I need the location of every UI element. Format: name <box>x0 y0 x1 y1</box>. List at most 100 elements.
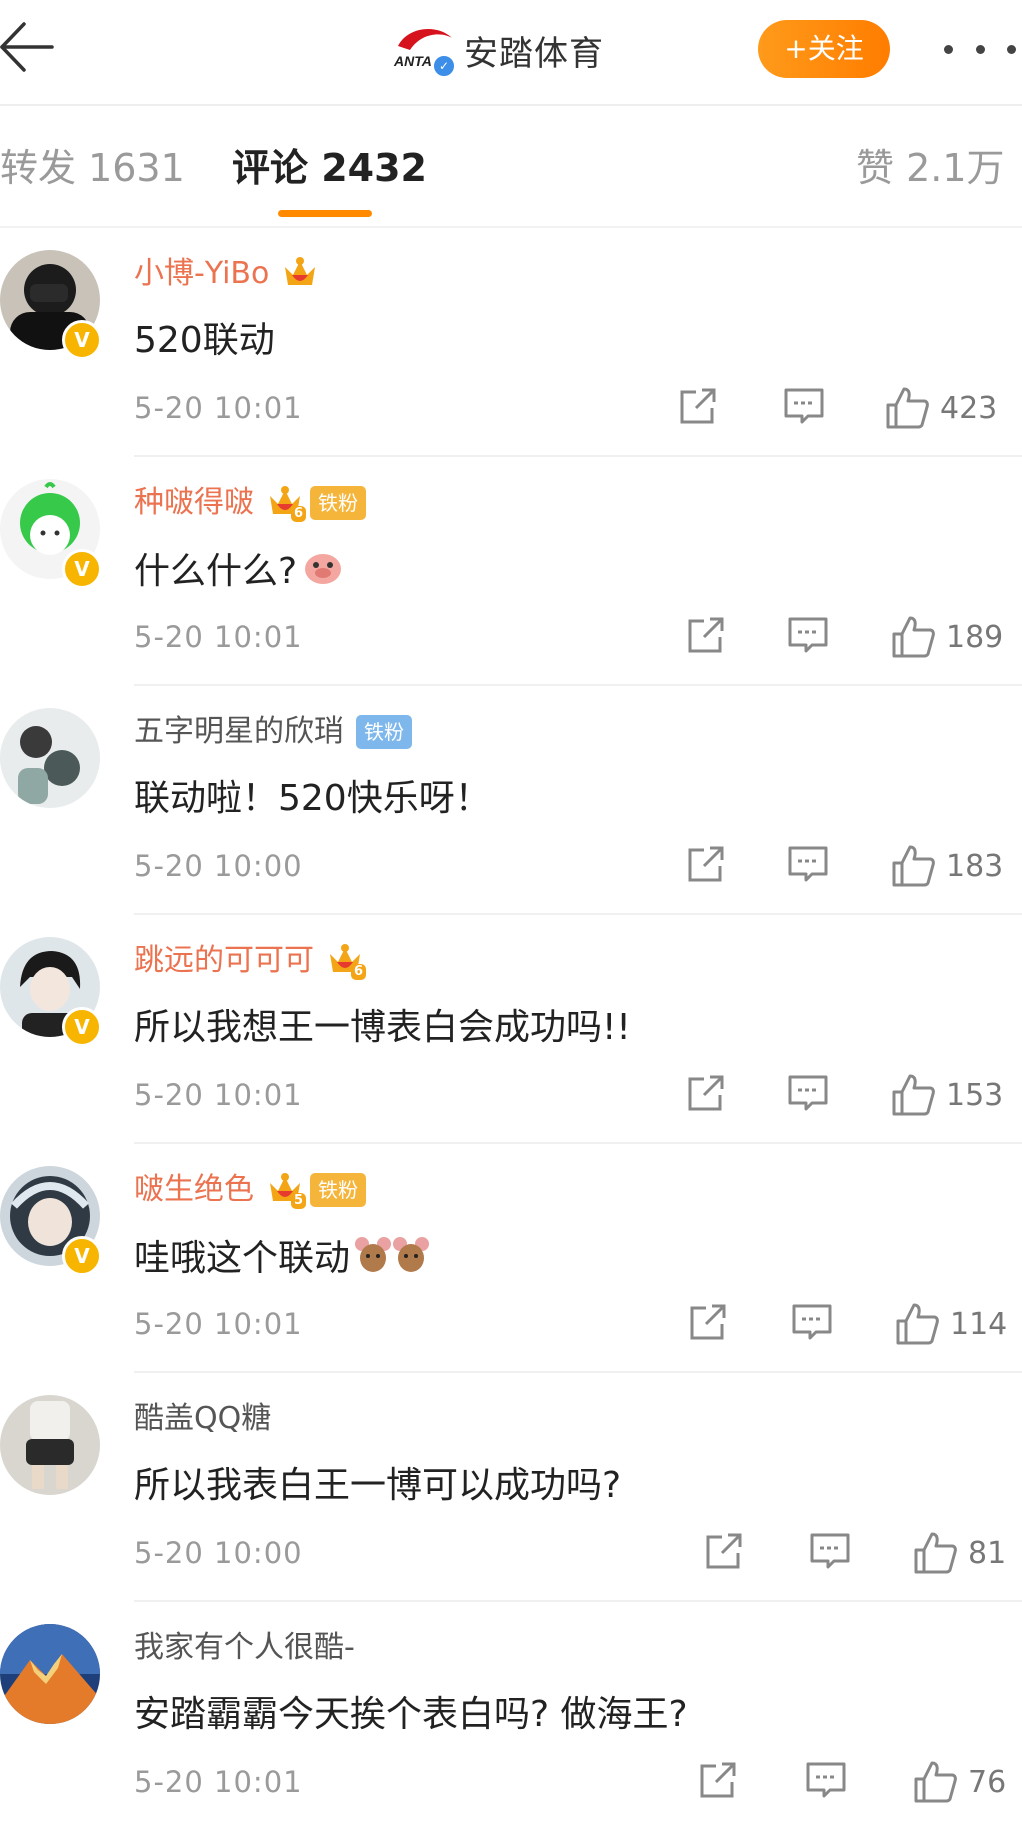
thumbs-up-icon <box>914 1532 957 1574</box>
avatar[interactable] <box>0 1395 100 1495</box>
reply-button[interactable] <box>786 1071 830 1119</box>
like-button[interactable]: 153 <box>890 1071 1003 1119</box>
share-icon <box>688 846 724 882</box>
share-icon <box>700 1762 736 1798</box>
tab-comments[interactable]: 评论 2432 <box>232 144 427 192</box>
comment-time: 5-20 10:00 <box>134 849 303 883</box>
account-name: 安踏体育 <box>464 33 604 74</box>
username[interactable]: 小博-YiBo <box>134 252 269 296</box>
like-button[interactable]: 76 <box>912 1758 1006 1806</box>
share-button[interactable] <box>696 1758 740 1806</box>
thumbs-up-icon <box>892 845 935 887</box>
tab-likes[interactable]: 赞 2.1万 <box>856 144 1005 192</box>
fan-badge: 铁粉 <box>356 715 412 749</box>
share-button[interactable] <box>702 1529 746 1577</box>
verified-v-icon: V <box>62 1236 102 1276</box>
username[interactable]: 我家有个人很酷- <box>134 1626 355 1670</box>
comment-icon <box>788 846 828 882</box>
more-options-button[interactable] <box>944 24 1016 74</box>
comment-text: 所以我想王一博表白会成功吗!! <box>134 1007 631 1048</box>
username[interactable]: 种啵得啵 <box>134 481 254 525</box>
share-button[interactable] <box>684 842 728 890</box>
avatar[interactable] <box>0 1624 100 1724</box>
share-icon <box>688 1075 724 1111</box>
reply-button[interactable] <box>804 1758 848 1806</box>
like-count: 423 <box>940 390 998 426</box>
comment-icon <box>792 1304 832 1340</box>
comment-time: 5-20 10:01 <box>134 391 303 425</box>
share-icon <box>688 617 724 653</box>
like-button[interactable]: 114 <box>894 1300 1007 1348</box>
crown-level: 6 <box>290 506 306 522</box>
tab-bar: 转发 1631 评论 2432 赞 2.1万 <box>0 106 1022 228</box>
jerry-mouse-emoji <box>354 1232 430 1290</box>
crown-icon: 6 <box>264 482 306 524</box>
username[interactable]: 跳远的可可可 <box>134 939 314 983</box>
crown-icon <box>279 253 321 295</box>
comment-icon <box>806 1762 846 1798</box>
verified-v-icon: ✓ <box>432 54 456 78</box>
reply-button[interactable] <box>786 842 830 890</box>
comment-text: 520联动 <box>134 320 275 361</box>
share-icon <box>690 1304 726 1340</box>
verified-v-icon: V <box>62 549 102 589</box>
comment-time: 5-20 10:00 <box>134 1536 303 1570</box>
ellipsis-icon <box>944 44 953 54</box>
comment-item: 五字明星的欣琑 铁粉 联动啦！520快乐呀！ 5-20 10:00 183 <box>0 686 1022 915</box>
tab-reposts[interactable]: 转发 1631 <box>0 144 185 192</box>
share-button[interactable] <box>676 384 720 432</box>
share-button[interactable] <box>684 1071 728 1119</box>
like-button[interactable]: 423 <box>884 384 997 432</box>
reply-button[interactable] <box>786 613 830 661</box>
brand-logo-text: ANTA <box>393 53 432 69</box>
comment-text: 什么什么? <box>134 545 345 603</box>
comment-icon <box>788 1075 828 1111</box>
reply-button[interactable] <box>808 1529 852 1577</box>
thumbs-up-icon <box>892 616 935 658</box>
comment-item: V 种啵得啵 6 铁粉 什么什么? 5-20 10:01 189 <box>0 457 1022 686</box>
thumbs-up-icon <box>914 1761 957 1803</box>
crown-level: 6 <box>350 964 366 980</box>
back-button[interactable] <box>0 12 60 82</box>
comment-item: 我家有个人很酷- 安踏霸霸今天挨个表白吗? 做海王? 5-20 10:01 76 <box>0 1602 1022 1831</box>
comment-icon <box>810 1533 850 1569</box>
comment-item: V 啵生绝色 5 铁粉 哇哦这个联动 5-20 10:01 114 <box>0 1144 1022 1373</box>
comment-time: 5-20 10:01 <box>134 1765 303 1799</box>
like-count: 76 <box>968 1764 1007 1800</box>
username[interactable]: 啵生绝色 <box>134 1168 254 1212</box>
crown-icon: 6 <box>324 940 366 982</box>
like-button[interactable]: 183 <box>890 842 1003 890</box>
thumbs-up-icon <box>896 1303 939 1345</box>
comment-text: 联动啦！520快乐呀！ <box>134 778 491 819</box>
username[interactable]: 五字明星的欣琑 <box>134 710 344 754</box>
follow-button[interactable]: +关注 <box>758 20 890 78</box>
like-count: 183 <box>946 848 1004 884</box>
share-button[interactable] <box>684 613 728 661</box>
like-count: 153 <box>946 1077 1004 1113</box>
pig-emoji <box>301 545 345 603</box>
share-icon <box>680 388 716 424</box>
like-button[interactable]: 81 <box>912 1529 1006 1577</box>
comment-list: V 小博-YiBo 520联动 5-20 10:01 423 V 种啵得啵 6 … <box>0 228 1022 1831</box>
fan-badge: 铁粉 <box>310 1173 366 1207</box>
comment-item: 酷盖QQ糖 所以我表白王一博可以成功吗? 5-20 10:00 81 <box>0 1373 1022 1602</box>
reply-button[interactable] <box>790 1300 834 1348</box>
comment-text: 哇哦这个联动 <box>134 1232 430 1290</box>
anta-logo: ANTA ✓ <box>392 22 456 78</box>
thumbs-up-icon <box>892 1074 935 1116</box>
username[interactable]: 酷盖QQ糖 <box>134 1397 271 1441</box>
account-header[interactable]: ANTA ✓ 安踏体育 <box>392 18 604 82</box>
crown-level: 5 <box>290 1193 306 1209</box>
avatar[interactable] <box>0 708 100 808</box>
share-button[interactable] <box>686 1300 730 1348</box>
like-button[interactable]: 189 <box>890 613 1003 661</box>
reply-button[interactable] <box>782 384 826 432</box>
like-count: 189 <box>946 619 1004 655</box>
verified-v-icon: V <box>62 1007 102 1047</box>
crown-icon: 5 <box>264 1169 306 1211</box>
comment-text: 所以我表白王一博可以成功吗? <box>134 1465 622 1506</box>
comment-time: 5-20 10:01 <box>134 620 303 654</box>
arrow-left-icon <box>0 22 54 72</box>
top-bar: ANTA ✓ 安踏体育 +关注 <box>0 0 1022 106</box>
like-count: 114 <box>950 1306 1008 1342</box>
